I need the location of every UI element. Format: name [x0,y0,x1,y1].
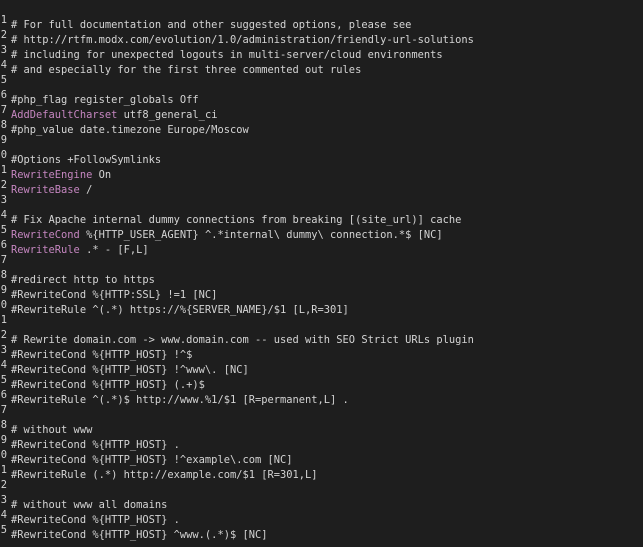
code-line[interactable]: 9 [0,133,643,148]
code-line[interactable]: 4 # and especially for the first three co… [0,58,643,76]
code-line[interactable]: 8 #php_value date.timezone Europe/Moscow [0,118,643,136]
code-line[interactable]: 5 #RewriteCond %{HTTP_HOST} ^www.(.*)$ [N… [0,523,643,541]
line-text: #RewriteCond %{HTTP_HOST} ^www.(.*)$ [NC… [11,528,267,543]
line-number: 4 [0,59,7,71]
line-number: 7 [0,404,7,416]
line-number: 2 [0,29,7,41]
code-line[interactable]: 3 # including for unexpected logouts in m… [0,43,643,61]
code-line[interactable]: 8 # without www [0,418,643,436]
code-editor[interactable]: 1 # For full documentation and other sugg… [0,0,643,547]
line-number: 1 [0,314,7,326]
code-line[interactable]: 1 [0,313,643,328]
code-line[interactable]: 9 #RewriteCond %{HTTP:SSL} !=1 [NC] [0,283,643,301]
line-number: 2 [0,329,7,341]
code-line[interactable]: 3 [0,193,643,208]
code-line[interactable]: 2 [0,478,643,493]
code-line[interactable]: 5 #RewriteCond %{HTTP_HOST} (.+)$ [0,373,643,391]
code-line[interactable]: 4 # Fix Apache internal dummy connections… [0,208,643,226]
line-number: 5 [0,374,7,386]
line-number: 3 [0,344,7,356]
code-line[interactable]: 0 #Options +FollowSymlinks [0,148,643,166]
line-number: 1 [0,164,7,176]
code-line[interactable]: 5 RewriteCond %{HTTP_USER_AGENT} ^.*inter… [0,223,643,241]
comment-token: #RewriteCond %{HTTP_HOST} ^www.(.*)$ [NC… [11,529,268,541]
line-number: 6 [0,239,7,251]
line-number: 8 [0,269,7,281]
line-number: 2 [0,179,7,191]
line-number: 6 [0,389,7,401]
code-line[interactable]: 4 #RewriteCond %{HTTP_HOST} . [0,508,643,526]
line-number: 0 [0,149,7,161]
line-number: 9 [0,284,7,296]
line-number: 7 [0,254,7,266]
line-number: 3 [0,194,7,206]
code-line[interactable]: 3 # without www all domains [0,493,643,511]
line-number: 4 [0,509,7,521]
line-number: 4 [0,209,7,221]
line-number: 9 [0,134,7,146]
code-line[interactable]: 7 [0,403,643,418]
line-number: 5 [0,524,7,536]
code-line[interactable]: 6 #RewriteRule ^(.*)$ http://www.%1/$1 [R… [0,388,643,406]
line-number: 0 [0,299,7,311]
code-line[interactable]: 7 [0,253,643,268]
line-number: 9 [0,434,7,446]
code-line[interactable]: 4 #RewriteCond %{HTTP_HOST} !^www\. [NC] [0,358,643,376]
code-line[interactable]: 0 #RewriteRule ^(.*) https://%{SERVER_NAM… [0,298,643,316]
line-number: 5 [0,74,7,86]
code-line[interactable]: 3 #RewriteCond %{HTTP_HOST} !^$ [0,343,643,361]
code-line[interactable]: 6 RewriteRule .* - [F,L] [0,238,643,256]
code-area[interactable]: 1 # For full documentation and other sugg… [0,13,643,541]
code-line[interactable]: 7 AddDefaultCharset utf8_general_ci [0,103,643,121]
line-number: 6 [0,89,7,101]
code-line[interactable]: 2 # Rewrite domain.com -> www.domain.com … [0,328,643,346]
code-line[interactable]: 2 # http://rtfm.modx.com/evolution/1.0/ad… [0,28,643,46]
line-number: 8 [0,119,7,131]
code-line[interactable]: 1 #RewriteRule (.*) http://example.com/$1… [0,463,643,481]
code-line[interactable]: 1 RewriteEngine On [0,163,643,181]
vertical-scrollbar[interactable] [635,0,643,547]
code-line[interactable]: 6 #php_flag register_globals Off [0,88,643,106]
line-number: 7 [0,104,7,116]
code-line[interactable]: 2 RewriteBase / [0,178,643,196]
line-number: 2 [0,479,7,491]
line-number: 8 [0,419,7,431]
code-line[interactable]: 1 # For full documentation and other sugg… [0,13,643,31]
code-line[interactable]: 9 #RewriteCond %{HTTP_HOST} . [0,433,643,451]
line-number: 3 [0,44,7,56]
code-line[interactable]: 5 [0,73,643,88]
line-number: 5 [0,224,7,236]
line-number: 1 [0,464,7,476]
code-line[interactable]: 0 #RewriteCond %{HTTP_HOST} !^example\.co… [0,448,643,466]
code-line[interactable]: 8 #redirect http to https [0,268,643,286]
line-number: 1 [0,14,7,26]
line-number: 0 [0,449,7,461]
line-number: 4 [0,359,7,371]
line-number: 3 [0,494,7,506]
